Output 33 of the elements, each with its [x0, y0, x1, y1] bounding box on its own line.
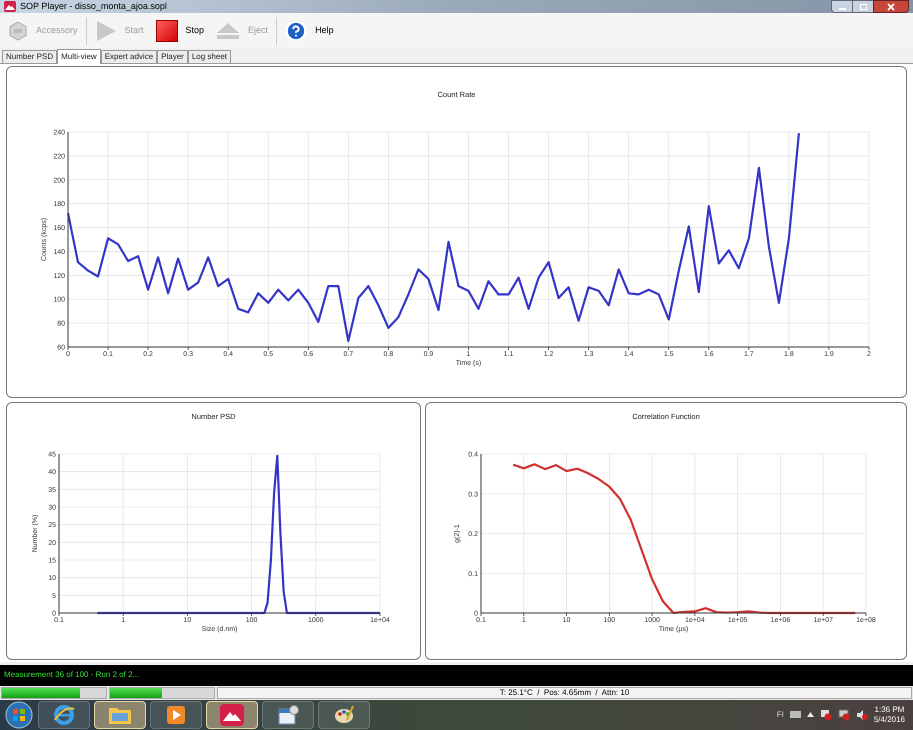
status-message: Measurement 36 of 100 - Run 2 of 2... [4, 669, 140, 682]
minimize-button[interactable] [831, 0, 853, 14]
app-icon[interactable] [206, 700, 258, 729]
help-icon [285, 20, 308, 42]
toolbar-button[interactable]: Help [281, 16, 338, 46]
hexagon-icon [8, 20, 28, 41]
folder-icon[interactable] [94, 700, 146, 729]
close-icon [887, 2, 895, 11]
tab[interactable]: Log sheet [188, 50, 231, 63]
clock-time[interactable]: 1:36 PM [874, 704, 904, 715]
media-player-icon[interactable] [150, 700, 202, 729]
chevron-up-icon[interactable] [806, 712, 814, 718]
maximize-button[interactable] [853, 0, 873, 14]
tab[interactable]: Player [157, 50, 188, 63]
window-title: SOP Player - disso_monta_ajoa.sopl [20, 2, 167, 12]
browser-icon[interactable] [38, 700, 90, 729]
toolbar-button[interactable]: Stop [152, 16, 208, 46]
tab[interactable]: Number PSD [2, 50, 58, 63]
calendar-icon[interactable] [262, 700, 314, 729]
speaker-icon[interactable] [856, 708, 868, 721]
keyboard-icon[interactable] [790, 711, 801, 718]
stop-icon [156, 20, 178, 42]
paint-icon[interactable] [318, 700, 370, 729]
tab[interactable]: Multi-view [57, 48, 101, 64]
language-indicator[interactable]: FI [776, 708, 784, 721]
eject-icon [216, 22, 240, 40]
close-button[interactable] [873, 0, 909, 14]
start-button[interactable] [4, 700, 34, 730]
clock-date[interactable]: 5/4/2016 [874, 714, 905, 725]
status-readout: T: 25.1°C / Pos: 4.65mm / Attn: 10 [500, 686, 630, 699]
tab[interactable]: Expert advice [100, 50, 158, 63]
network-icon[interactable] [838, 708, 850, 721]
play-icon [94, 20, 117, 42]
